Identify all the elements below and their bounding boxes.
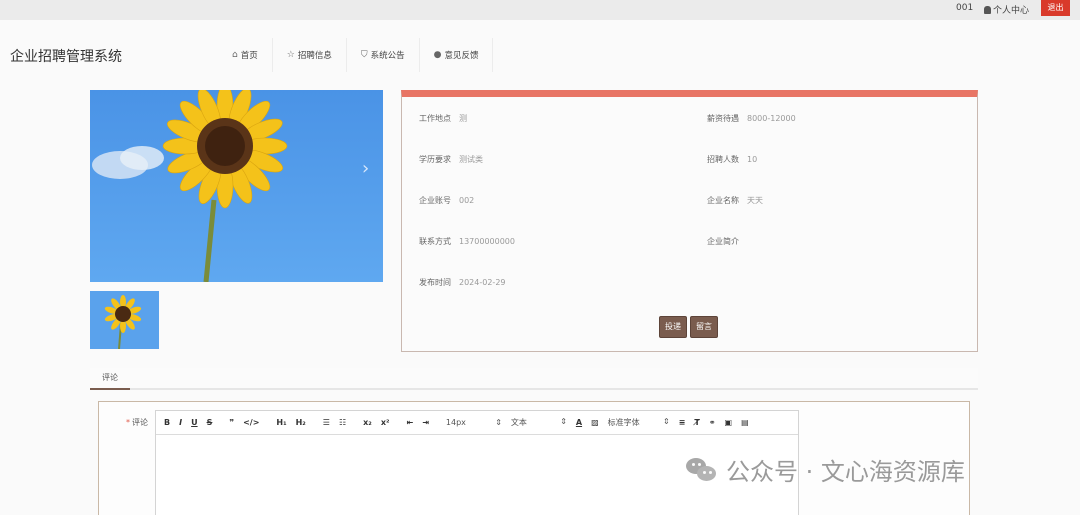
nav-home[interactable]: ⌂ 首页 [218,38,273,72]
home-icon: ⌂ [232,50,238,60]
field-label: 联系方式 [419,237,451,246]
nav-notices[interactable]: ⛉ 系统公告 [347,38,420,72]
image-thumbnail[interactable] [90,291,159,349]
indent-icon[interactable]: ⇥ [422,418,429,427]
tab-bar: 评论 [90,368,978,390]
nav-notices-label: 系统公告 [370,51,405,61]
message-button[interactable]: 留言 [690,316,718,338]
comment-label: * 评论 [126,417,148,428]
apply-button[interactable]: 投递 [659,316,687,338]
ordered-list-icon[interactable]: ☰ [323,418,330,427]
field-publish-date: 发布时间 2024-02-29 [419,277,506,288]
field-label: 招聘人数 [707,155,739,164]
field-salary: 薪资待遇 8000-12000 [707,113,796,124]
nav-home-label: 首页 [240,51,258,61]
job-image [90,90,383,282]
top-bar: 001 个人中心 退出 [0,0,1080,20]
paragraph-select[interactable]: 文本 ⇕ [511,417,567,428]
field-value: 002 [459,196,475,205]
font-size-value: 14px [445,418,466,427]
quote-icon[interactable]: ❞ [229,418,234,427]
chevron-right-icon[interactable]: › [362,158,369,179]
align-icon[interactable]: ≡ [679,418,686,427]
nav-jobs-label: 招聘信息 [297,51,332,61]
profile-link[interactable]: 个人中心 [984,3,1029,16]
field-contact: 联系方式 13700000000 [419,236,515,247]
heading1-button[interactable]: H₁ [276,418,286,427]
heading2-button[interactable]: H₂ [296,418,306,427]
sunflower-thumbnail-image [104,295,142,349]
field-label: 企业名称 [707,196,739,205]
font-size-select[interactable]: 14px ⇕ [446,418,502,427]
lock-icon: ⛉ [360,50,368,60]
field-value: 测试类 [459,155,483,164]
outdent-icon[interactable]: ⇤ [406,418,413,427]
field-value: 8000-12000 [747,114,796,123]
sunflower-image [92,90,288,282]
strike-button[interactable]: S [207,418,213,427]
job-detail-card: 工作地点测 薪资待遇 8000-12000 学历要求 测试类 招聘人数 10 企业账号… [401,90,978,352]
field-label: 企业简介 [707,237,739,246]
logout-button[interactable]: 退出 [1041,0,1070,16]
field-value: 测 [459,114,467,123]
wechat-icon [686,456,718,484]
subscript-button[interactable]: x₂ [363,418,372,427]
font-family-select[interactable]: 标准字体 ⇕ [608,417,670,428]
field-label: 发布时间 [419,278,451,287]
editor-toolbar: B I U S ❞ </> H₁ H₂ ☰ ☷ x₂ x² ⇤ ⇥ 14px ⇕ … [156,411,798,435]
user-icon [984,6,991,14]
select-arrow-icon: ⇕ [560,417,567,426]
bold-button[interactable]: B [164,418,170,427]
italic-button[interactable]: I [179,418,182,427]
main-nav: ⌂ 首页 ☆ 招聘信息 ⛉ 系统公告 ● 意见反馈 [218,38,494,72]
field-company-account: 企业账号 002 [419,195,474,206]
field-value: 2024-02-29 [459,278,506,287]
field-value: 天天 [747,196,763,205]
info-icon: ● [433,50,442,60]
link-icon[interactable]: ⚭ [709,418,716,427]
field-label: 工作地点 [419,114,451,123]
field-education: 学历要求 测试类 [419,154,483,165]
field-company-intro: 企业简介 [707,236,747,247]
nav-feedback[interactable]: ● 意见反馈 [420,38,494,72]
field-label: 企业账号 [419,196,451,205]
background-color-icon[interactable]: ▨ [591,418,599,427]
code-icon[interactable]: </> [243,418,259,427]
field-label: 学历要求 [419,155,451,164]
bullet-list-icon[interactable]: ☷ [339,418,346,427]
field-value: 13700000000 [459,237,515,246]
profile-label: 个人中心 [993,6,1030,16]
site-title: 企业招聘管理系统 [10,49,122,65]
field-location: 工作地点测 [419,113,467,124]
watermark-text: 公众号 · 文心海资源库 [726,458,965,486]
field-headcount: 招聘人数 10 [707,154,757,165]
clear-format-icon[interactable]: T̸ [694,418,699,427]
font-color-icon[interactable]: A [576,418,582,427]
comment-label-text: 评论 [132,418,148,427]
field-company-name: 企业名称 天天 [707,195,763,206]
image-icon[interactable]: ▣ [725,418,733,427]
underline-button[interactable]: U [191,418,198,427]
nav-feedback-label: 意见反馈 [444,51,479,61]
watermark: 公众号 · 文心海资源库 [686,452,965,487]
field-value: 10 [747,155,758,164]
tab-comments[interactable]: 评论 [90,368,130,390]
paragraph-value: 文本 [510,418,527,427]
username-label: 001 [956,3,974,13]
font-family-value: 标准字体 [607,418,640,427]
nav-jobs[interactable]: ☆ 招聘信息 [273,38,347,72]
select-arrow-icon: ⇕ [495,418,502,427]
required-mark: * [126,418,130,427]
video-icon[interactable]: ▤ [741,418,749,427]
superscript-button[interactable]: x² [381,418,390,427]
star-icon: ☆ [286,50,295,60]
field-label: 薪资待遇 [707,114,739,123]
select-arrow-icon: ⇕ [662,417,670,426]
